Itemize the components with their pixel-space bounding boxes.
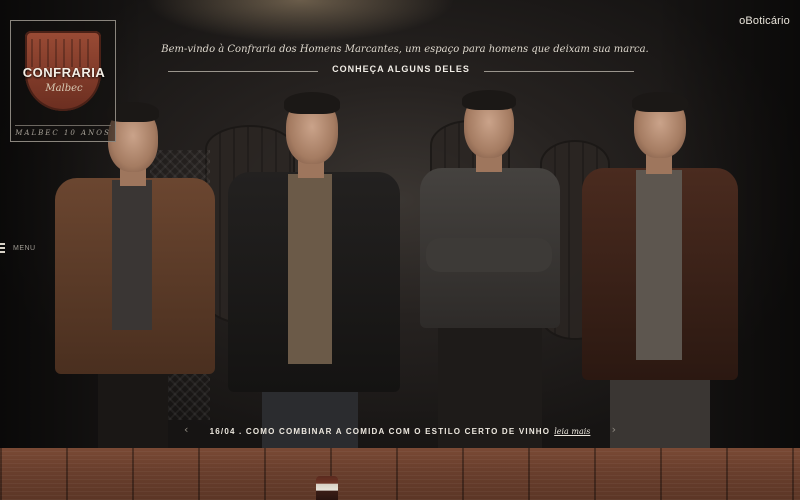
man-figure-2[interactable] [226, 90, 402, 448]
brand-logo[interactable]: oBoticário [739, 15, 790, 27]
man-shirt [288, 174, 332, 364]
man-hair [284, 92, 340, 114]
read-more-link[interactable]: leia mais [554, 427, 590, 436]
ticker-headline: 16/04 . COMO COMBINAR A COMIDA COM O EST… [209, 426, 551, 436]
logo-script: Malbec [45, 83, 83, 94]
man-hair [462, 90, 516, 110]
menu-label: MENU [13, 244, 36, 252]
man-hair [632, 92, 688, 112]
man-figure-1[interactable] [50, 100, 220, 448]
man-figure-4[interactable] [580, 92, 740, 448]
shield-stripes [31, 39, 95, 67]
welcome-text: Bem-vindo à Confraria dos Homens Marcant… [161, 44, 649, 55]
meet-them-link[interactable]: CONHEÇA ALGUNS DELES [318, 64, 484, 74]
man-arms [426, 238, 552, 272]
news-ticker: ‹ 16/04 . COMO COMBINAR A COMIDA COM O E… [180, 417, 620, 445]
chevron-right-icon[interactable]: › [612, 423, 616, 436]
divider-right [484, 71, 634, 72]
logo-footer: MALBEC 10 ANOS [15, 125, 111, 137]
divider-left [168, 71, 318, 72]
man-figure-3[interactable] [416, 88, 562, 448]
wine-bottle-icon[interactable] [316, 476, 338, 500]
man-shirt [112, 180, 152, 330]
logo-title: CONFRARIA [22, 65, 106, 80]
wood-footer [0, 448, 800, 500]
cta-row: CONHEÇA ALGUNS DELES [168, 64, 634, 78]
menu-button[interactable]: MENU [0, 242, 36, 254]
confraria-logo[interactable]: CONFRARIA Malbec MALBEC 10 ANOS [10, 20, 116, 142]
chevron-left-icon[interactable]: ‹ [184, 423, 188, 436]
man-shirt [636, 170, 682, 360]
hamburger-icon [0, 242, 5, 254]
